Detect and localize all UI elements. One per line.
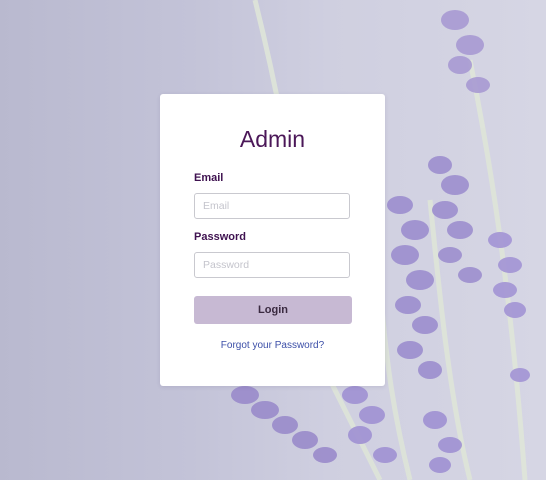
- email-input[interactable]: [194, 193, 350, 219]
- email-label: Email: [194, 172, 224, 184]
- forgot-password-link[interactable]: Forgot your Password?: [160, 340, 385, 351]
- password-label: Password: [194, 231, 246, 243]
- password-input[interactable]: [194, 252, 350, 278]
- page-title: Admin: [239, 126, 306, 152]
- login-button[interactable]: Login: [194, 296, 352, 324]
